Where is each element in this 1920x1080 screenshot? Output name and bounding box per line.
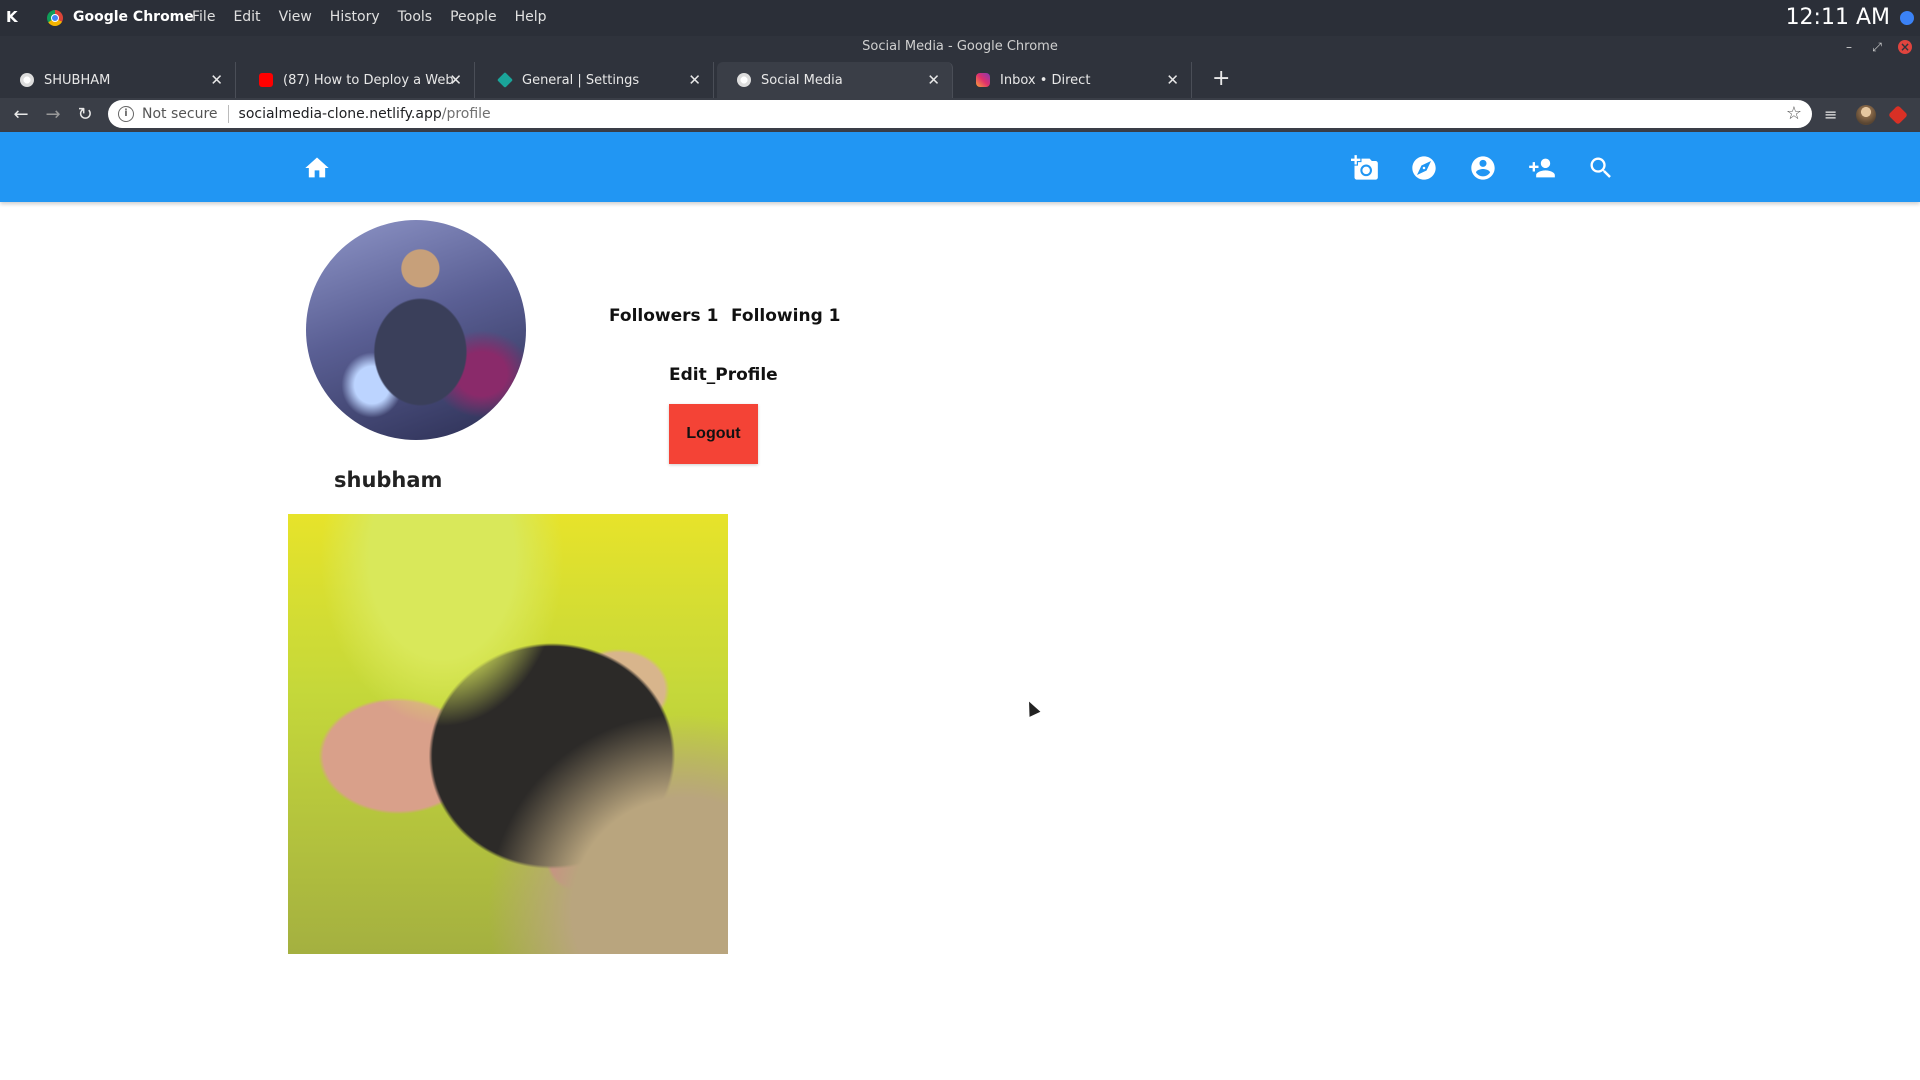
browser-toolbar: ← → ↻ i Not secure socialmedia-clone.net… [0, 98, 1920, 132]
menu-tools[interactable]: Tools [398, 9, 433, 25]
tab-label: Social Media [761, 72, 843, 88]
window-controls: – ⤢ × [1842, 36, 1912, 58]
profile-avatar [306, 220, 526, 440]
tab-label: Inbox • Direct [1000, 72, 1091, 88]
profile-avatar-icon[interactable] [1856, 105, 1876, 125]
tab-social-media[interactable]: Social Media ✕ [717, 62, 953, 98]
clock[interactable]: 12:11 AM [1786, 5, 1890, 30]
forward-icon[interactable]: → [42, 104, 64, 126]
info-icon[interactable]: i [118, 106, 134, 122]
edit-profile-link[interactable]: Edit_Profile [669, 365, 778, 385]
account-icon[interactable] [1469, 154, 1497, 182]
bookmark-star-icon[interactable]: ☆ [1786, 103, 1802, 124]
close-window-icon[interactable]: × [1898, 40, 1912, 54]
os-top-bar: K Google Chrome File Edit View History T… [0, 0, 1920, 36]
close-tab-icon[interactable]: ✕ [210, 71, 223, 89]
profile-username: shubham [334, 468, 443, 492]
new-tab-icon[interactable]: + [1212, 66, 1230, 91]
mouse-cursor-icon [1023, 699, 1041, 717]
search-icon[interactable] [1587, 154, 1615, 182]
back-icon[interactable]: ← [10, 104, 32, 126]
url-host: socialmedia-clone.netlify.app [238, 106, 442, 122]
window-title: Social Media - Google Chrome [862, 39, 1058, 54]
tab-general-settings[interactable]: General | Settings ✕ [478, 62, 714, 98]
tab-shubham[interactable]: SHUBHAM ✕ [0, 62, 236, 98]
kde-logo-icon[interactable]: K [6, 8, 26, 28]
restore-icon[interactable]: ⤢ [1870, 40, 1884, 54]
add-photo-icon[interactable] [1351, 154, 1379, 182]
menu-help[interactable]: Help [515, 9, 547, 25]
globe-icon [20, 73, 34, 87]
home-icon[interactable] [303, 154, 331, 182]
tab-label: General | Settings [522, 72, 640, 88]
tab-label: (87) How to Deploy a Webpage [283, 72, 453, 88]
menu-edit[interactable]: Edit [233, 9, 260, 25]
youtube-icon [259, 73, 273, 87]
post-image[interactable] [288, 514, 728, 954]
following-count: Following 1 [731, 306, 841, 326]
notification-icon[interactable] [1900, 11, 1914, 25]
extension-icon[interactable] [1888, 105, 1908, 125]
followers-count: Followers 1 [609, 306, 719, 326]
menu-file[interactable]: File [192, 9, 215, 25]
chrome-icon [47, 10, 63, 26]
globe-icon [737, 73, 751, 87]
media-queue-icon[interactable]: ≡ [1824, 105, 1844, 125]
close-tab-icon[interactable]: ✕ [1166, 71, 1179, 89]
address-bar[interactable]: i Not secure socialmedia-clone.netlify.a… [108, 100, 1812, 128]
close-tab-icon[interactable]: ✕ [449, 71, 462, 89]
logout-button[interactable]: Logout [669, 404, 758, 464]
person-add-icon[interactable] [1528, 154, 1556, 182]
tab-inbox-direct[interactable]: Inbox • Direct ✕ [956, 62, 1192, 98]
explore-icon[interactable] [1410, 154, 1438, 182]
menu-history[interactable]: History [330, 9, 380, 25]
app-navbar [0, 132, 1920, 202]
close-tab-icon[interactable]: ✕ [688, 71, 701, 89]
tab-youtube[interactable]: (87) How to Deploy a Webpage ✕ [239, 62, 475, 98]
security-label: Not secure [142, 106, 218, 122]
close-tab-icon[interactable]: ✕ [927, 71, 940, 89]
tab-strip: SHUBHAM ✕ (87) How to Deploy a Webpage ✕… [0, 58, 1920, 98]
omnibox-divider [227, 105, 229, 123]
app-menu: File Edit View History Tools People Help [192, 9, 547, 25]
instagram-icon [976, 73, 990, 87]
menu-people[interactable]: People [450, 9, 497, 25]
minimize-icon[interactable]: – [1842, 40, 1856, 54]
window-title-bar: Social Media - Google Chrome – ⤢ × [0, 36, 1920, 58]
reload-icon[interactable]: ↻ [74, 104, 96, 126]
diamond-icon [497, 72, 513, 88]
url-path: /profile [441, 106, 491, 122]
menu-view[interactable]: View [279, 9, 312, 25]
tab-label: SHUBHAM [44, 72, 111, 88]
active-app-name: Google Chrome [73, 9, 194, 25]
